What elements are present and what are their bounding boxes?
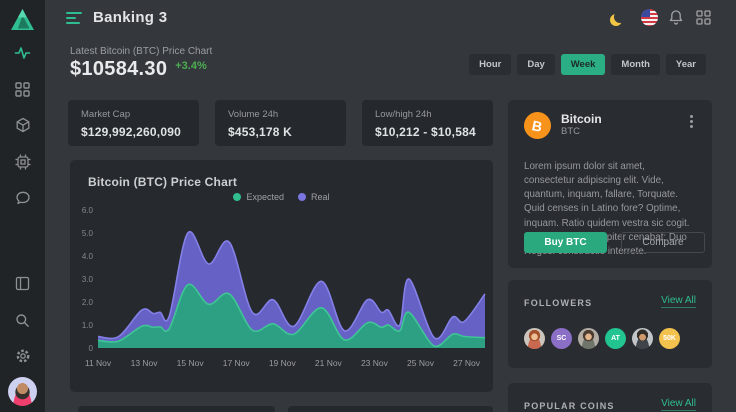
- bitcoin-icon: B: [524, 112, 551, 139]
- chip-icon: [15, 154, 31, 170]
- coin-symbol: BTC: [561, 126, 602, 138]
- svg-text:2.0: 2.0: [82, 298, 94, 307]
- follower-avatar[interactable]: AT: [605, 328, 626, 349]
- compare-button[interactable]: Compare: [621, 232, 705, 253]
- sidebar-item-messages[interactable]: [0, 183, 45, 213]
- followers-heading: FOLLOWERS: [524, 298, 592, 308]
- sidebar: [0, 0, 45, 412]
- layout-icon: [15, 276, 30, 291]
- svg-text:13 Nov: 13 Nov: [131, 358, 159, 368]
- filter-day-button[interactable]: Day: [517, 54, 554, 75]
- chart-title: Bitcoin (BTC) Price Chart: [88, 175, 237, 189]
- stat-label: Low/high 24h: [375, 109, 480, 120]
- popular-coins-heading: POPULAR COINS: [524, 401, 615, 411]
- card-cutoff-right: [288, 406, 493, 412]
- bitcoin-glyph: B: [531, 117, 544, 135]
- sidebar-item-search[interactable]: [0, 305, 45, 335]
- svg-text:23 Nov: 23 Nov: [361, 358, 389, 368]
- svg-text:11 Nov: 11 Nov: [85, 358, 112, 368]
- time-range-filters: Hour Day Week Month Year: [469, 54, 706, 75]
- activity-icon: [14, 45, 31, 61]
- bitcoin-info-card: B Bitcoin BTC Lorem ipsum dolor sit amet…: [508, 100, 712, 268]
- svg-text:3.0: 3.0: [82, 275, 94, 284]
- language-us-flag-icon[interactable]: [640, 8, 658, 26]
- sidebar-item-layout[interactable]: [0, 268, 45, 298]
- followers-avatars: SC AT 50K: [524, 328, 680, 349]
- price-headline: $10584.30 +3.4%: [70, 58, 207, 81]
- stat-card-low-high: Low/high 24h $10,212 - $10,584: [362, 100, 493, 146]
- sidebar-item-products[interactable]: [0, 110, 45, 140]
- follower-avatar[interactable]: SC: [551, 328, 572, 349]
- price-chart-card: Bitcoin (BTC) Price Chart Expected Real …: [70, 160, 493, 392]
- svg-text:27 Nov: 27 Nov: [453, 358, 481, 368]
- package-icon: [15, 117, 31, 133]
- coin-name: Bitcoin: [561, 113, 602, 126]
- follower-avatar[interactable]: [524, 328, 545, 349]
- svg-text:25 Nov: 25 Nov: [407, 358, 435, 368]
- filter-week-button[interactable]: Week: [561, 54, 606, 75]
- popular-coins-card: POPULAR COINS View All: [508, 383, 712, 412]
- sidebar-item-activity[interactable]: [0, 38, 45, 68]
- stat-label: Volume 24h: [228, 109, 333, 120]
- topbar-actions: [613, 8, 712, 26]
- dark-mode-moon-icon[interactable]: [613, 8, 631, 26]
- more-options-icon[interactable]: [684, 112, 698, 130]
- buy-btc-button[interactable]: Buy BTC: [524, 232, 607, 253]
- sidebar-item-settings[interactable]: [0, 341, 45, 371]
- follower-avatar[interactable]: 50K: [659, 328, 680, 349]
- svg-text:6.0: 6.0: [82, 206, 94, 215]
- gear-icon: [15, 348, 31, 364]
- svg-text:19 Nov: 19 Nov: [269, 358, 297, 368]
- svg-text:0: 0: [89, 344, 94, 353]
- svg-text:15 Nov: 15 Nov: [177, 358, 205, 368]
- area-chart: 0 1.0 2.0 3.0 4.0 5.0 6.0 11 Nov 13 Nov 15 Nov 17 …: [80, 200, 488, 382]
- follower-avatar[interactable]: [632, 328, 653, 349]
- filter-hour-button[interactable]: Hour: [469, 54, 511, 75]
- stat-value: $453,178 K: [228, 125, 333, 139]
- dashboard-grid-icon: [15, 82, 30, 97]
- chat-icon: [15, 190, 31, 206]
- followers-view-all-link[interactable]: View All: [661, 295, 696, 308]
- app-logo-icon[interactable]: [9, 7, 36, 33]
- filter-month-button[interactable]: Month: [611, 54, 660, 75]
- btc-price: $10584.30: [70, 58, 167, 81]
- stat-card-volume: Volume 24h $453,178 K: [215, 100, 346, 146]
- stat-value: $10,212 - $10,584: [375, 125, 480, 139]
- price-change-badge: +3.4%: [175, 60, 207, 72]
- banking-dashboard: Banking 3 Latest Bitcoin (BTC) Price Cha…: [0, 0, 736, 412]
- svg-text:5.0: 5.0: [82, 229, 94, 238]
- user-avatar[interactable]: [8, 377, 37, 406]
- stat-card-market-cap: Market Cap $129,992,260,090: [68, 100, 199, 146]
- menu-toggle-icon[interactable]: [66, 12, 84, 26]
- stat-label: Market Cap: [81, 109, 186, 120]
- svg-text:17 Nov: 17 Nov: [223, 358, 251, 368]
- filter-year-button[interactable]: Year: [666, 54, 706, 75]
- coin-header: B Bitcoin BTC: [524, 112, 602, 139]
- card-cutoff-left: [78, 406, 275, 412]
- svg-text:21 Nov: 21 Nov: [315, 358, 343, 368]
- follower-avatar[interactable]: [578, 328, 599, 349]
- notifications-bell-icon[interactable]: [667, 8, 685, 26]
- svg-text:4.0: 4.0: [82, 252, 94, 261]
- search-icon: [15, 313, 30, 328]
- apps-grid-icon[interactable]: [694, 8, 712, 26]
- sidebar-item-dashboard[interactable]: [0, 74, 45, 104]
- svg-text:1.0: 1.0: [82, 321, 94, 330]
- sidebar-item-system[interactable]: [0, 147, 45, 177]
- stat-value: $129,992,260,090: [81, 125, 186, 139]
- followers-card: FOLLOWERS View All SC AT 50K: [508, 280, 712, 368]
- price-chart-label: Latest Bitcoin (BTC) Price Chart: [70, 46, 212, 57]
- popular-coins-view-all-link[interactable]: View All: [661, 398, 696, 411]
- page-title: Banking 3: [93, 9, 167, 26]
